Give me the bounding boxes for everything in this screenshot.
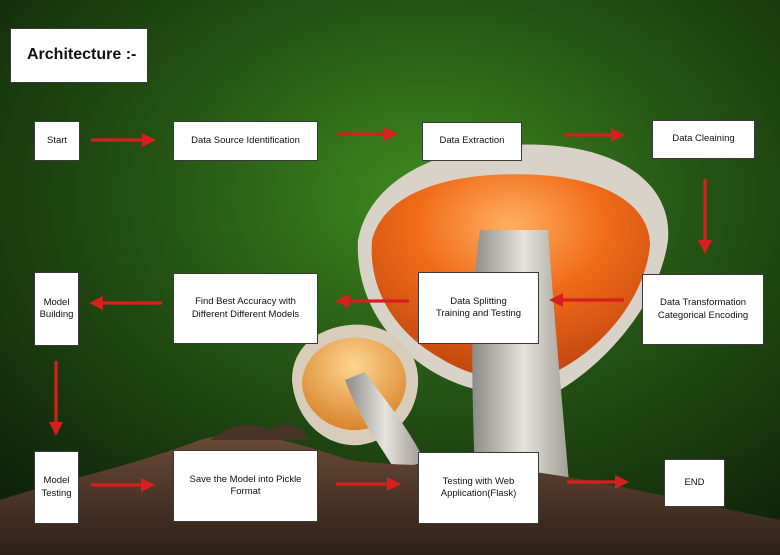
arrow-testing-to-save: [91, 478, 155, 492]
arrow-start-to-source: [91, 133, 156, 147]
arrow-extraction-to-cleaning: [563, 128, 625, 142]
arrow-web-to-end: [567, 475, 629, 489]
arrow-splitting-to-accuracy: [335, 294, 409, 308]
flow-arrows: [49, 127, 712, 492]
arrow-cleaning-to-transformation: [698, 179, 712, 254]
arrow-source-to-extraction: [337, 127, 398, 141]
arrow-accuracy-to-building: [89, 296, 162, 310]
arrow-transformation-to-splitting: [549, 293, 624, 307]
arrow-save-to-web: [336, 477, 401, 491]
arrow-building-to-testing: [49, 361, 63, 436]
